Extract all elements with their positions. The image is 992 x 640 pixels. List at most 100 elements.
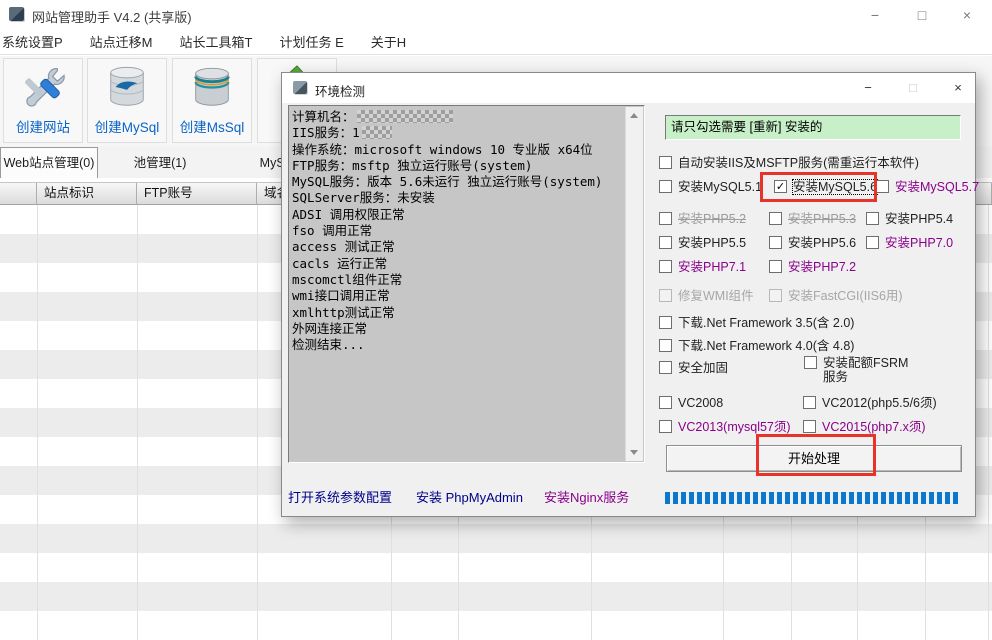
dialog-link-1[interactable]: 安装 PhpMyAdmin [416, 487, 523, 506]
toolbar-button-0[interactable]: 创建网站 [3, 58, 83, 143]
checkbox-9[interactable]: 安装PHP7.0 [866, 236, 953, 250]
toolbar-button-label: 创建MsSql [180, 116, 245, 136]
window-maximize-button[interactable]: □ [905, 4, 939, 26]
report-line: fso 调用正常 [292, 223, 624, 239]
toolbar-button-1[interactable]: 创建MySql [87, 58, 167, 143]
checkbox-16[interactable]: 安全加固 [659, 361, 728, 375]
mssql-db-icon [189, 62, 235, 114]
checkbox-label: 安全加固 [678, 361, 728, 375]
checkbox-label: 安装PHP5.5 [678, 236, 746, 250]
checkbox-icon[interactable] [659, 339, 672, 352]
checkbox-5[interactable]: 安装PHP5.3 [769, 212, 856, 226]
checkbox-icon[interactable] [866, 212, 879, 225]
env-report-text: 计算机名：IIS服务：1操作系统：microsoft windows 10 专业… [292, 109, 624, 459]
checkbox-label: VC2013(mysql57须) [678, 420, 791, 434]
checkbox-icon[interactable] [769, 212, 782, 225]
checkbox-icon[interactable] [803, 420, 816, 433]
checkbox-icon[interactable] [769, 236, 782, 249]
checkbox-3[interactable]: 安装MySQL5.7 [876, 180, 979, 194]
report-line: xmlhttp测试正常 [292, 305, 624, 321]
censored-blur [357, 110, 453, 123]
annotation-box-mysql56 [760, 172, 877, 202]
window-minimize-button[interactable]: − [858, 4, 892, 26]
checkbox-icon[interactable] [659, 180, 672, 193]
checkbox-label: 安装PHP7.1 [678, 260, 746, 274]
tab-0[interactable]: Web站点管理(0) [0, 147, 98, 178]
env-check-dialog: 环境检测 − □ × 计算机名：IIS服务：1操作系统：microsoft wi… [281, 72, 976, 517]
column-header-1[interactable]: 站点标识 [37, 183, 137, 204]
checkbox-15[interactable]: 下载.Net Framework 4.0(含 4.8) [659, 339, 854, 353]
checkbox-icon[interactable] [659, 396, 672, 409]
checkbox-19[interactable]: VC2012(php5.5/6须) [803, 396, 937, 410]
checkbox-label: 自动安装IIS及MSFTP服务(需重运行本软件) [678, 156, 919, 170]
menu-item-2[interactable]: 站长工具箱T [180, 32, 253, 51]
report-line: 检测结束... [292, 337, 624, 353]
checkbox-20[interactable]: VC2013(mysql57须) [659, 420, 791, 434]
dialog-maximize-button: □ [897, 76, 929, 100]
grid-line-2 [257, 205, 258, 640]
checkbox-1[interactable]: 安装MySQL5.1 [659, 180, 762, 194]
checkbox-icon[interactable] [659, 420, 672, 433]
checkbox-18[interactable]: VC2008 [659, 396, 723, 410]
tab-1[interactable]: 池管理(1) [104, 148, 216, 178]
dialog-minimize-button[interactable]: − [852, 76, 884, 100]
report-scrollbar[interactable] [625, 107, 643, 461]
toolbar-button-2[interactable]: 创建MsSql [172, 58, 252, 143]
report-line: IIS服务：1 [292, 125, 624, 141]
dialog-icon [293, 81, 307, 94]
checkbox-13[interactable]: 安装FastCGI(IIS6用) [769, 289, 903, 303]
checkbox-label: 下载.Net Framework 4.0(含 4.8) [678, 339, 854, 353]
titlebar: 网站管理助手 V4.2 (共享版) − □ × [0, 0, 992, 28]
checkbox-0[interactable]: 自动安装IIS及MSFTP服务(需重运行本软件) [659, 156, 919, 170]
report-line: 外网连接正常 [292, 321, 624, 337]
grid-line-0 [37, 205, 38, 640]
grid-line-1 [137, 205, 138, 640]
checkbox-icon[interactable] [659, 316, 672, 329]
checkbox-icon[interactable] [866, 236, 879, 249]
checkbox-6[interactable]: 安装PHP5.4 [866, 212, 953, 226]
menu-item-3[interactable]: 计划任务 E [279, 32, 343, 51]
checkbox-21[interactable]: VC2015(php7.x须) [803, 420, 926, 434]
menu-item-1[interactable]: 站点迁移M [90, 32, 153, 51]
checkbox-10[interactable]: 安装PHP7.1 [659, 260, 746, 274]
checkbox-8[interactable]: 安装PHP5.6 [769, 236, 856, 250]
checkbox-icon[interactable] [659, 236, 672, 249]
notice-box: 请只勾选需要 [重新] 安装的 [665, 115, 961, 140]
env-report[interactable]: 计算机名：IIS服务：1操作系统：microsoft windows 10 专业… [288, 105, 645, 463]
checkbox-icon[interactable] [659, 260, 672, 273]
checkbox-icon[interactable] [659, 361, 672, 374]
dialog-link-0[interactable]: 打开系统参数配置 [288, 487, 392, 506]
window-close-button[interactable]: × [950, 4, 984, 26]
checkbox-17[interactable]: 安装配额FSRM服务 [804, 356, 915, 384]
report-line: FTP服务：msftp 独立运行账号(system) [292, 158, 624, 174]
menu-item-0[interactable]: 系统设置P [2, 32, 63, 51]
scroll-up-icon[interactable] [626, 107, 643, 124]
checkbox-label: 安装PHP7.2 [788, 260, 856, 274]
checkbox-icon[interactable] [659, 156, 672, 169]
toolbar-button-label: 创建MySql [95, 116, 160, 136]
checkbox-icon[interactable] [659, 289, 672, 302]
tools-icon [20, 62, 66, 114]
dialog-title: 环境检测 [315, 81, 365, 100]
checkbox-7[interactable]: 安装PHP5.5 [659, 236, 746, 250]
checkbox-icon[interactable] [769, 289, 782, 302]
report-line: 计算机名： [292, 109, 624, 125]
column-header-2[interactable]: FTP账号 [137, 183, 257, 204]
checkbox-icon[interactable] [876, 180, 889, 193]
dialog-link-2[interactable]: 安装Nginx服务 [544, 487, 629, 506]
column-header-0[interactable] [0, 183, 37, 204]
checkbox-14[interactable]: 下载.Net Framework 3.5(含 2.0) [659, 316, 854, 330]
report-line: mscomctl组件正常 [292, 272, 624, 288]
checkbox-icon[interactable] [804, 356, 817, 369]
dialog-close-button[interactable]: × [942, 76, 974, 100]
checkbox-icon[interactable] [659, 212, 672, 225]
checkbox-11[interactable]: 安装PHP7.2 [769, 260, 856, 274]
checkbox-icon[interactable] [769, 260, 782, 273]
scroll-down-icon[interactable] [626, 444, 643, 461]
checkbox-12[interactable]: 修复WMI组件 [659, 289, 754, 303]
report-line: ADSI 调用权限正常 [292, 207, 624, 223]
menu-item-4[interactable]: 关于H [371, 32, 406, 51]
checkbox-icon[interactable] [803, 396, 816, 409]
checkbox-label: 安装FastCGI(IIS6用) [788, 289, 903, 303]
checkbox-4[interactable]: 安装PHP5.2 [659, 212, 746, 226]
